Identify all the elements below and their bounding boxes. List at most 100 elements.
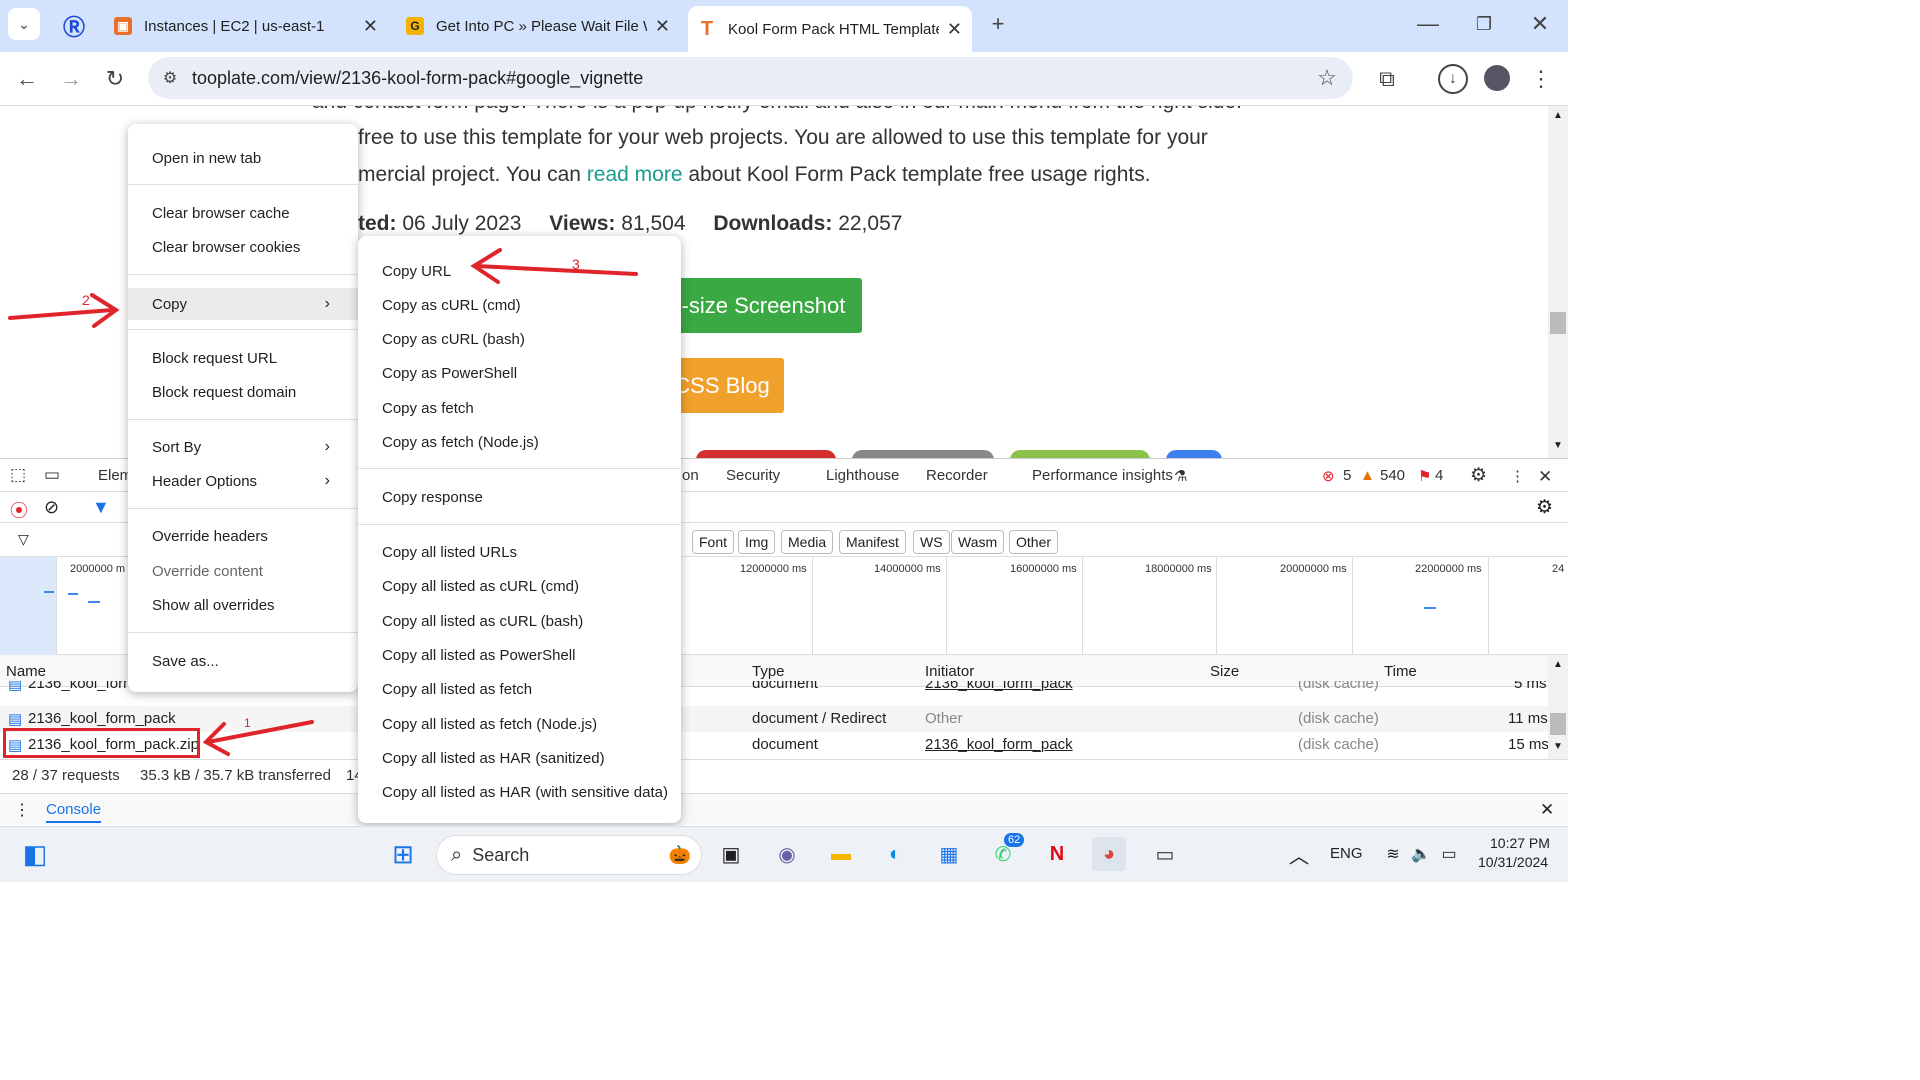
menu-block-url[interactable]: Block request URL xyxy=(128,344,358,372)
clock-date[interactable]: 10/31/2024 xyxy=(1478,854,1548,870)
filter-font[interactable]: Font xyxy=(692,530,735,554)
device-icon[interactable]: ▭ xyxy=(44,465,60,485)
row-name[interactable]: 2136_kool_form_pack xyxy=(28,710,176,727)
col-time[interactable]: Time xyxy=(1384,663,1417,680)
address-bar[interactable]: ⚙ tooplate.com/view/2136-kool-form-pack#… xyxy=(148,57,1353,99)
menu-kebab-icon[interactable]: ⋮ xyxy=(1528,64,1554,94)
warning-count[interactable]: 540 xyxy=(1380,467,1405,484)
clear-icon[interactable]: ⊘ xyxy=(44,497,59,518)
scroll-thumb[interactable] xyxy=(1550,312,1566,334)
language-indicator[interactable]: ENG xyxy=(1330,845,1363,862)
menu-copy-url[interactable]: Copy URL xyxy=(358,257,681,285)
row-initiator[interactable]: 2136_kool_form_pack xyxy=(925,736,1073,753)
col-type[interactable]: Type xyxy=(752,663,785,680)
forward-icon[interactable]: → xyxy=(56,64,86,94)
menu-copy-har-sensitive[interactable]: Copy all listed as HAR (with sensitive d… xyxy=(358,778,681,806)
tab-ec2[interactable]: ▣ Instances | EC2 | us-east-1 ✕ xyxy=(104,6,388,46)
table-scrollbar[interactable]: ▲ ▼ xyxy=(1548,655,1568,759)
timeline-selection[interactable] xyxy=(0,557,56,655)
filter-ws[interactable]: WS xyxy=(913,530,950,554)
menu-header-options[interactable]: Header Options › xyxy=(128,467,358,495)
bookmark-star-icon[interactable]: ☆ xyxy=(1313,64,1341,92)
window-close-icon[interactable]: ✕ xyxy=(1526,10,1554,38)
table-row-selected[interactable]: ▤ 2136_kool_form_pack.zip document 2136_… xyxy=(0,732,1549,758)
devtools-close-icon[interactable]: ✕ xyxy=(1538,467,1552,487)
read-more-link[interactable]: read more xyxy=(587,163,683,186)
menu-block-domain[interactable]: Block request domain xyxy=(128,378,358,406)
tab-lighthouse[interactable]: Lighthouse xyxy=(826,467,899,484)
filter-wasm[interactable]: Wasm xyxy=(951,530,1005,554)
settings-gear-icon[interactable]: ⚙ xyxy=(1470,464,1487,487)
scroll-up-icon[interactable]: ▲ xyxy=(1553,110,1563,121)
menu-clear-cookies[interactable]: Clear browser cookies xyxy=(128,233,358,261)
minimize-icon[interactable]: — xyxy=(1414,10,1442,38)
devtools-menu-icon[interactable]: ⋮ xyxy=(1510,467,1525,485)
menu-clear-cache[interactable]: Clear browser cache xyxy=(128,199,358,227)
netflix-icon[interactable]: N xyxy=(1040,837,1074,871)
drawer-menu-icon[interactable]: ⋮ xyxy=(14,800,30,820)
menu-sort-by[interactable]: Sort By › xyxy=(128,433,358,461)
social-pill-gray[interactable] xyxy=(852,450,994,458)
menu-override-headers[interactable]: Override headers xyxy=(128,522,358,550)
url-text[interactable]: tooplate.com/view/2136-kool-form-pack#go… xyxy=(192,68,643,89)
inspect-icon[interactable]: ⬚ xyxy=(10,465,26,485)
col-size[interactable]: Size xyxy=(1210,663,1239,680)
issues-count[interactable]: 4 xyxy=(1435,467,1443,484)
network-settings-icon[interactable]: ⚙ xyxy=(1536,496,1553,519)
menu-copy[interactable]: Copy › xyxy=(128,288,358,320)
extensions-icon[interactable]: ⧉ xyxy=(1372,64,1402,94)
close-icon[interactable]: ✕ xyxy=(363,16,378,37)
task-view-icon[interactable]: ▣ xyxy=(714,837,748,871)
chevron-up-icon[interactable]: ︿ xyxy=(1282,837,1316,871)
filter-funnel-icon[interactable]: ▽ xyxy=(18,531,29,548)
menu-copy-all-urls[interactable]: Copy all listed URLs xyxy=(358,538,681,566)
start-icon[interactable]: ⊞ xyxy=(386,837,420,871)
menu-copy-curl-bash[interactable]: Copy as cURL (bash) xyxy=(358,325,681,353)
error-count[interactable]: 5 xyxy=(1343,467,1351,484)
issues-icon[interactable]: ⚑ xyxy=(1418,467,1431,485)
col-initiator[interactable]: Initiator xyxy=(925,663,974,680)
back-icon[interactable]: ← xyxy=(12,64,42,94)
reload-icon[interactable]: ↻ xyxy=(100,64,130,94)
drawer-close-icon[interactable]: ✕ xyxy=(1540,800,1554,820)
menu-copy-all-fetch[interactable]: Copy all listed as fetch xyxy=(358,675,681,703)
tab-recorder[interactable]: Recorder xyxy=(926,467,988,484)
tab-performance-insights[interactable]: Performance insights xyxy=(1032,467,1173,484)
terminal-icon[interactable]: ▭ xyxy=(1148,837,1182,871)
close-icon[interactable]: ✕ xyxy=(655,16,670,37)
taskbar-search[interactable]: ⌕ Search 🎃 xyxy=(436,835,702,875)
menu-copy-fetch-node[interactable]: Copy as fetch (Node.js) xyxy=(358,428,681,456)
restore-icon[interactable]: ❐ xyxy=(1470,10,1498,38)
tab-koolform[interactable]: T Kool Form Pack HTML Template ✕ xyxy=(688,6,972,52)
widgets-icon[interactable]: ◧ xyxy=(18,837,52,871)
filter-img[interactable]: Img xyxy=(738,530,776,554)
page-scrollbar[interactable]: ▲ ▼ xyxy=(1548,106,1568,458)
col-name[interactable]: Name xyxy=(6,663,46,680)
menu-copy-har-sanitized[interactable]: Copy all listed as HAR (sanitized) xyxy=(358,744,681,772)
menu-save-as[interactable]: Save as... xyxy=(128,647,358,675)
battery-icon[interactable]: ▭ xyxy=(1432,837,1466,871)
menu-copy-all-powershell[interactable]: Copy all listed as PowerShell xyxy=(358,641,681,669)
tab-getintopc[interactable]: G Get Into PC » Please Wait File W ✕ xyxy=(396,6,680,46)
menu-copy-all-curl-bash[interactable]: Copy all listed as cURL (bash) xyxy=(358,607,681,635)
tab-search-icon[interactable]: ⌄ xyxy=(8,8,40,40)
screenshot-button[interactable]: l-size Screenshot xyxy=(660,278,862,333)
social-pill-red[interactable] xyxy=(696,450,836,458)
edge-icon[interactable]: ◐ xyxy=(878,837,912,871)
menu-copy-powershell[interactable]: Copy as PowerShell xyxy=(358,359,681,387)
download-icon[interactable]: ↓ xyxy=(1438,64,1468,94)
console-tab[interactable]: Console xyxy=(46,801,102,823)
menu-show-overrides[interactable]: Show all overrides xyxy=(128,591,358,619)
app-icon[interactable]: Ⓡ xyxy=(60,12,88,40)
menu-open-new-tab[interactable]: Open in new tab xyxy=(128,144,358,172)
clock-time[interactable]: 10:27 PM xyxy=(1490,835,1550,851)
store-icon[interactable]: ▦ xyxy=(932,837,966,871)
row-initiator[interactable]: 2136_kool_form_pack xyxy=(925,681,1073,692)
tab-network[interactable]: on xyxy=(682,467,699,484)
table-row[interactable]: ▤ 2136_kool_form_pack document / Redirec… xyxy=(0,706,1548,732)
menu-copy-all-fetch-node[interactable]: Copy all listed as fetch (Node.js) xyxy=(358,710,681,738)
filter-icon[interactable]: ▼ xyxy=(92,497,110,518)
social-pill-blue[interactable] xyxy=(1166,450,1222,458)
avatar[interactable] xyxy=(1484,65,1510,91)
teams-icon[interactable]: ◉ xyxy=(770,837,804,871)
